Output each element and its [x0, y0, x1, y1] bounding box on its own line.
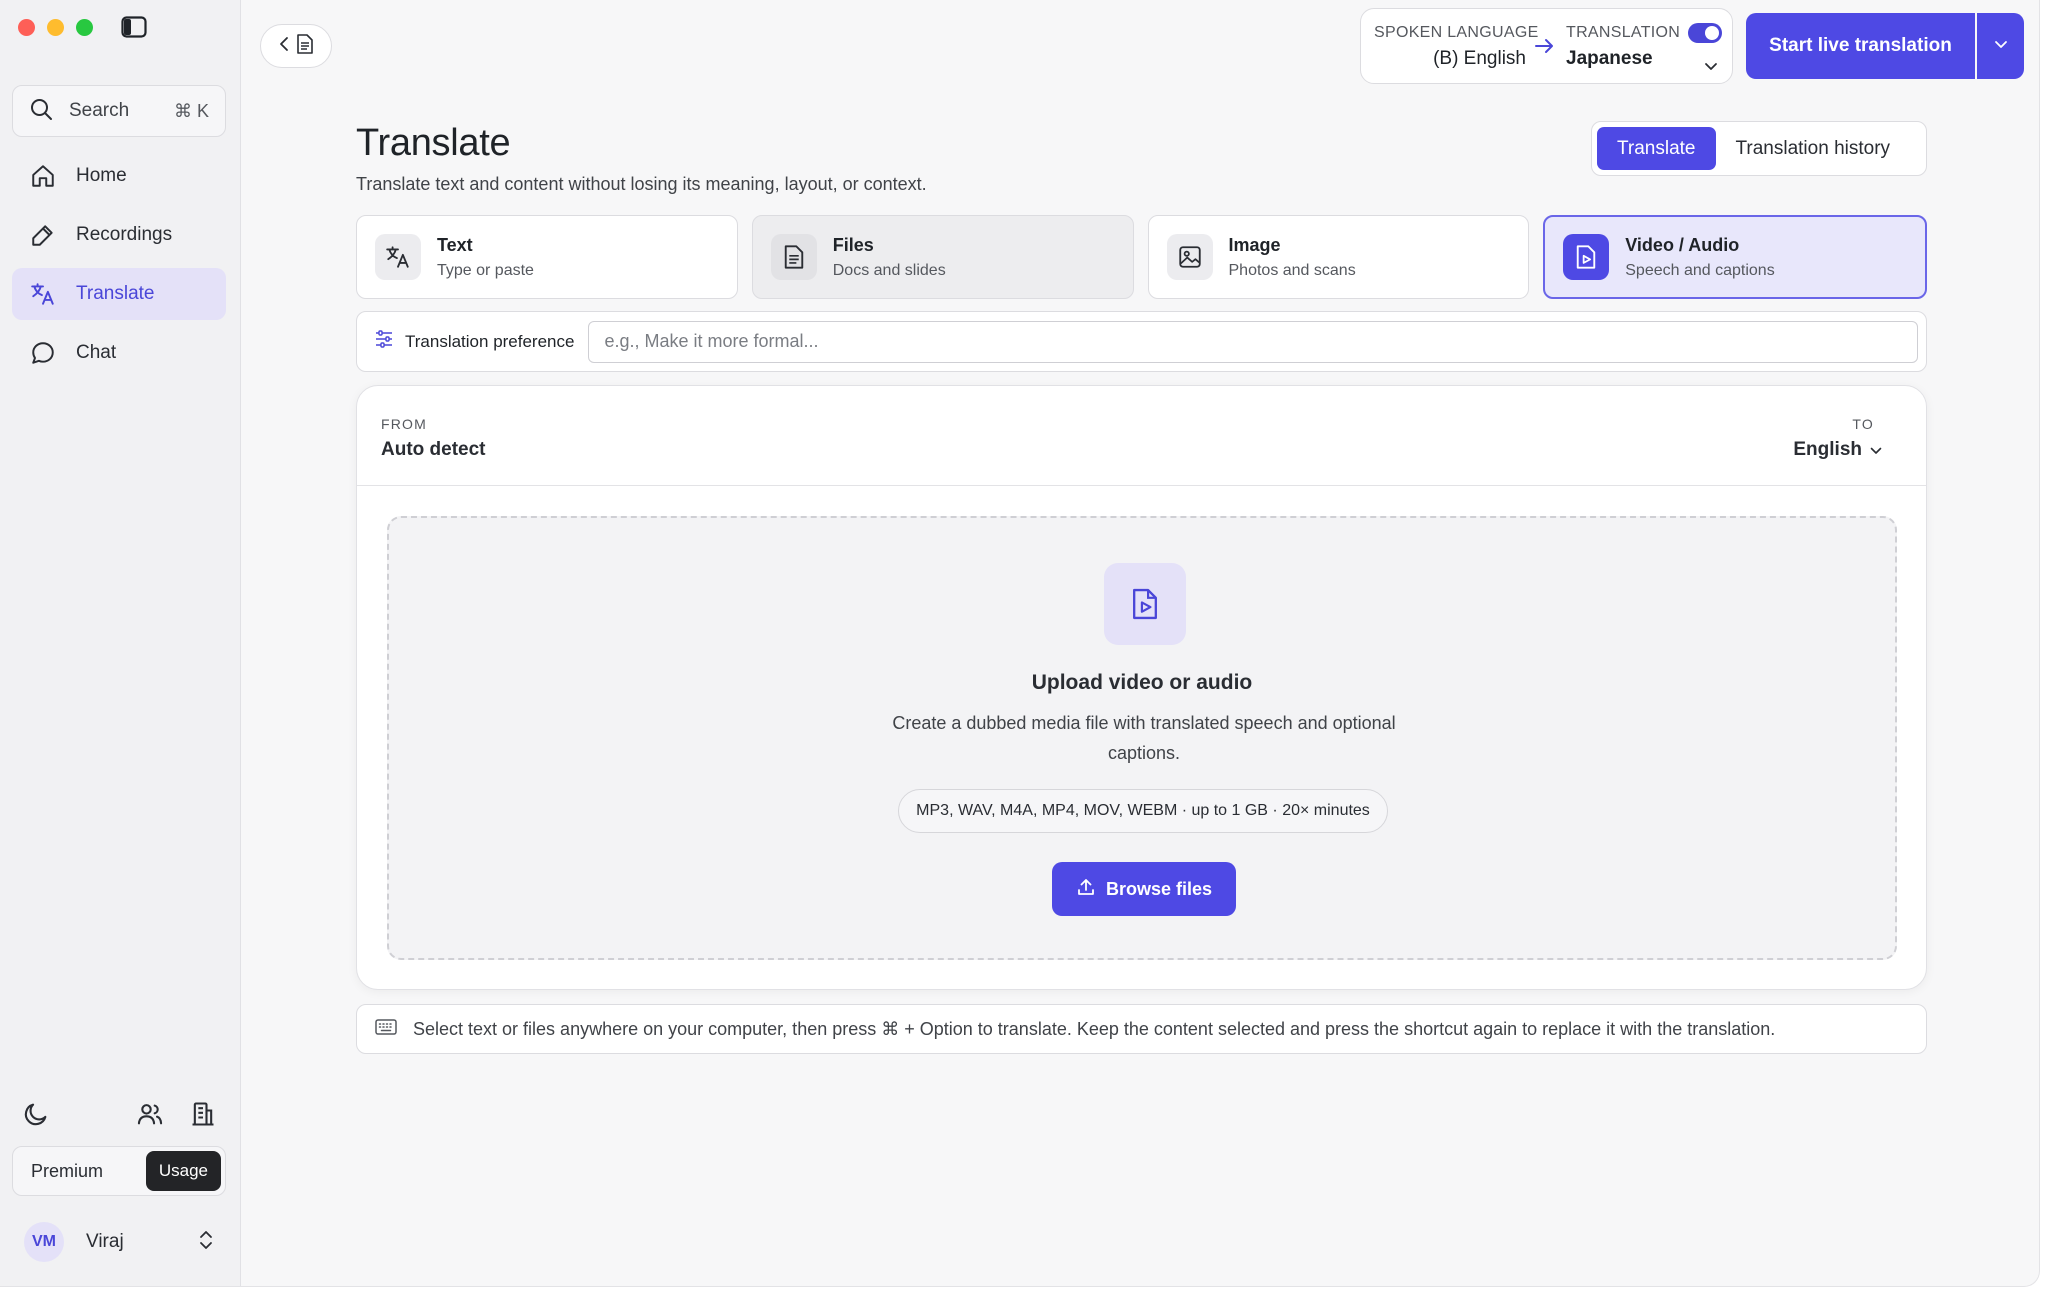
video-file-icon	[1104, 563, 1186, 645]
sidebar-item-translate[interactable]: Translate	[12, 268, 226, 320]
translation-language-value: Japanese	[1566, 48, 1653, 69]
app-window: Search ⌘ K Home Recordings Translate Cha…	[0, 0, 2040, 1287]
moon-icon[interactable]	[22, 1100, 50, 1128]
sidebar-item-chat[interactable]: Chat	[12, 327, 226, 379]
mode-title: Files	[832, 234, 874, 255]
search-label: Search	[69, 100, 130, 121]
translation-preference-label: Translation preference	[405, 331, 575, 351]
mode-files[interactable]: Files Docs and slides	[751, 215, 1134, 299]
window-controls	[18, 19, 93, 36]
usage-button[interactable]: Usage	[145, 1151, 221, 1191]
mode-subtitle: Type or paste	[437, 261, 534, 279]
supported-formats-badge: MP3, WAV, M4A, MP4, MOV, WEBM · up to 1 …	[898, 789, 1388, 833]
upload-card: FROM Auto detect TO English Upload video…	[356, 385, 1927, 990]
chevron-up-down-icon	[198, 1229, 214, 1256]
sidebar-item-home[interactable]: Home	[12, 150, 226, 202]
translation-preference-input[interactable]	[588, 320, 1918, 363]
page-subtitle: Translate text and content without losin…	[356, 174, 927, 194]
translate-icon	[30, 281, 56, 307]
sliders-icon	[375, 330, 393, 353]
page-title: Translate	[356, 122, 511, 164]
upload-description: Create a dubbed media file with translat…	[892, 713, 1396, 763]
mode-title: Text	[437, 234, 473, 255]
translation-preference-bar: Translation preference	[356, 311, 1927, 372]
mode-video-audio[interactable]: Video / Audio Speech and captions	[1543, 215, 1927, 299]
search-shortcut: ⌘ K	[173, 100, 209, 121]
chat-bubble-icon	[30, 340, 56, 366]
image-icon	[1166, 234, 1213, 280]
arrow-right-icon	[1534, 36, 1556, 61]
mode-title: Video / Audio	[1625, 234, 1740, 255]
users-icon[interactable]	[136, 1100, 164, 1128]
sidebar-nav: Home Recordings Translate Chat	[12, 150, 226, 386]
to-language-selector[interactable]: English	[1793, 439, 1882, 461]
search-button[interactable]: Search ⌘ K	[12, 85, 226, 137]
shortcut-hint-text: Select text or files anywhere on your co…	[413, 1018, 1776, 1039]
sidebar-item-recordings[interactable]: Recordings	[12, 209, 226, 261]
sidebar-utility-icons	[0, 1100, 241, 1130]
document-icon	[770, 234, 817, 280]
tab-translate[interactable]: Translate	[1597, 127, 1716, 170]
pen-icon	[30, 222, 56, 248]
mode-image[interactable]: Image Photos and scans	[1147, 215, 1530, 299]
premium-label[interactable]: Premium	[31, 1161, 103, 1182]
chevron-left-icon	[278, 36, 290, 57]
translation-label: TRANSLATION	[1566, 24, 1681, 41]
back-button[interactable]	[260, 24, 332, 68]
translation-mode-selector: Text Type or paste Files Docs and slides…	[356, 215, 1927, 299]
mode-text[interactable]: Text Type or paste	[356, 215, 738, 299]
building-icon[interactable]	[189, 1100, 217, 1128]
plan-switcher: Premium Usage	[12, 1146, 226, 1196]
live-translation-dropdown-button[interactable]	[1977, 13, 2024, 79]
sidebar-item-label: Translate	[76, 283, 155, 304]
from-label: FROM	[381, 416, 428, 432]
chevron-down-icon	[1870, 439, 1882, 461]
close-window-button[interactable]	[18, 19, 35, 36]
upload-icon	[1076, 877, 1096, 902]
from-language-selector[interactable]: Auto detect	[381, 439, 486, 461]
browse-files-button[interactable]: Browse files	[1052, 862, 1236, 916]
mode-subtitle: Speech and captions	[1625, 261, 1775, 279]
sidebar-item-label: Chat	[76, 342, 117, 363]
tab-translation-history[interactable]: Translation history	[1716, 127, 1911, 170]
view-switcher: Translate Translation history	[1591, 121, 1927, 176]
chevron-down-icon[interactable]	[1704, 59, 1718, 77]
file-drop-zone[interactable]: Upload video or audio Create a dubbed me…	[387, 516, 1897, 960]
mode-subtitle: Docs and slides	[832, 261, 946, 279]
zoom-window-button[interactable]	[76, 19, 93, 36]
live-language-selector[interactable]: SPOKEN LANGUAGE (B) English TRANSLATION …	[1360, 8, 1733, 84]
spoken-language-label: SPOKEN LANGUAGE	[1374, 24, 1539, 41]
home-icon	[30, 163, 56, 189]
sidebar-item-label: Home	[76, 165, 127, 186]
sidebar: Search ⌘ K Home Recordings Translate Cha…	[0, 0, 241, 1286]
sidebar-item-label: Recordings	[76, 224, 173, 245]
user-menu[interactable]: VM Viraj	[24, 1222, 224, 1262]
shortcut-hint: Select text or files anywhere on your co…	[356, 1004, 1927, 1054]
document-icon	[296, 33, 314, 60]
start-live-translation-button[interactable]: Start live translation	[1746, 13, 1975, 79]
mode-subtitle: Photos and scans	[1228, 261, 1356, 279]
language-header: FROM Auto detect TO English	[357, 386, 1926, 486]
sidebar-toggle-icon[interactable]	[121, 16, 147, 38]
avatar: VM	[24, 1222, 64, 1262]
translate-icon	[375, 234, 421, 280]
upload-title: Upload video or audio	[1031, 671, 1253, 694]
video-file-icon	[1563, 234, 1610, 280]
to-label: TO	[1852, 416, 1874, 432]
to-language-value: English	[1793, 439, 1862, 460]
spoken-language-value: (B) English	[1433, 48, 1526, 69]
search-icon	[29, 97, 53, 126]
keyboard-icon	[375, 1018, 397, 1041]
browse-files-label: Browse files	[1105, 878, 1213, 899]
user-name: Viraj	[86, 1231, 124, 1252]
mode-title: Image	[1228, 234, 1281, 255]
translation-toggle[interactable]	[1688, 23, 1722, 43]
chevron-down-icon	[1994, 37, 2008, 55]
minimize-window-button[interactable]	[47, 19, 64, 36]
